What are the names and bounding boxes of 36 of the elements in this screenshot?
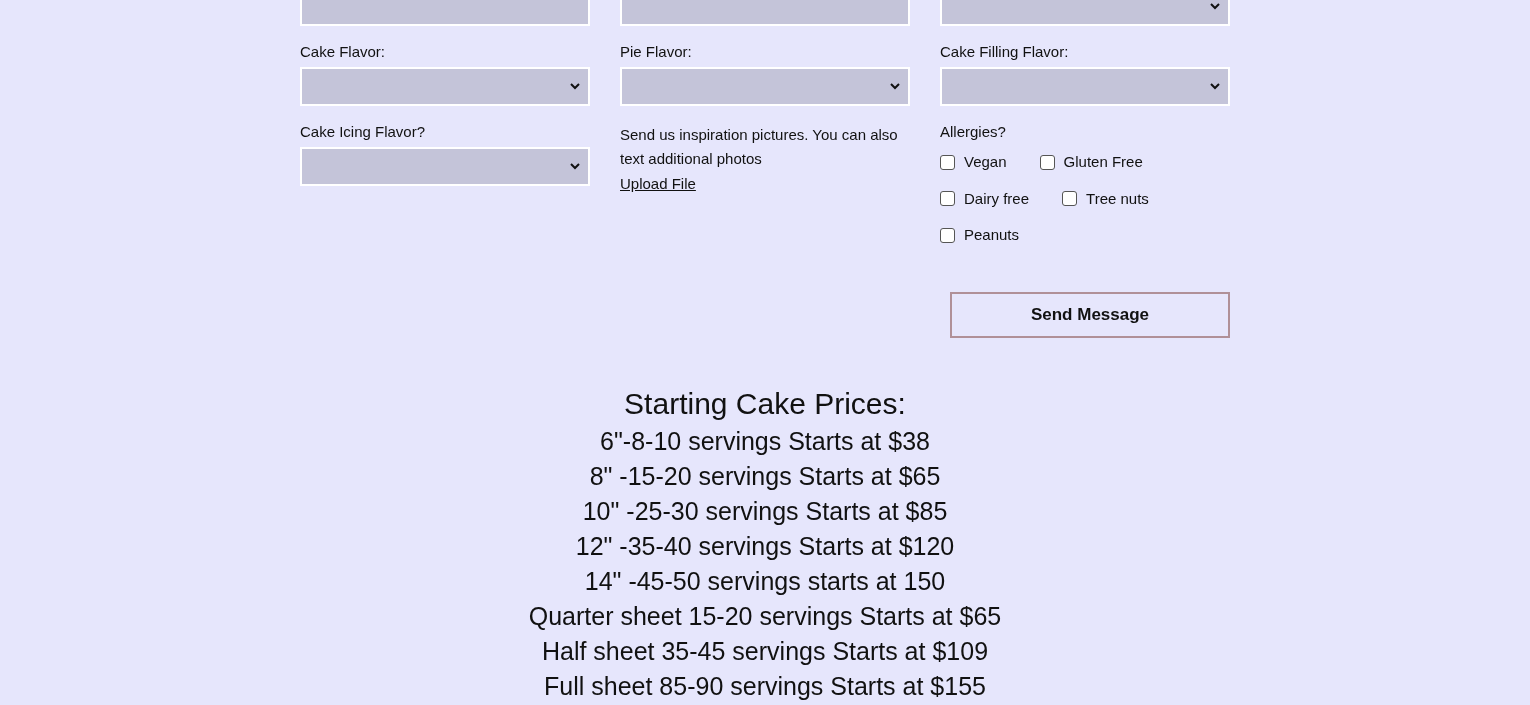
checkbox[interactable] (940, 191, 955, 207)
chevron-down-icon (1210, 83, 1220, 90)
chevron-down-icon (570, 163, 580, 170)
chevron-down-icon (1210, 3, 1220, 10)
price-line: 8" -15-20 servings Starts at $65 (589, 460, 941, 492)
checkbox[interactable] (1039, 154, 1055, 170)
price-line: Quarter sheet 15-20 servings Starts at $65 (528, 600, 1002, 632)
chevron-down-icon (570, 83, 580, 90)
field-label: Cake Filling Flavor: (940, 43, 1070, 61)
chevron-down-icon (890, 83, 900, 90)
price-line: 10" -25-30 servings Starts at $85 (582, 495, 948, 527)
checkbox-label: Dairy free (964, 188, 1030, 209)
checkbox[interactable] (940, 154, 955, 170)
price-line: 6"-8-10 servings Starts at $38 (600, 425, 930, 457)
price-line: 12" -35-40 servings Starts at $120 (575, 530, 955, 562)
checkbox-label: Gluten Free (1063, 152, 1143, 172)
select-field[interactable] (300, 67, 590, 106)
upload-instructions: Send us inspiration pictures. You can also text additional photos (620, 125, 899, 169)
checkbox-label: Vegan (964, 152, 1007, 172)
checkbox-label: Tree nuts (1086, 188, 1149, 209)
field-label: Pie Flavor: (620, 43, 693, 61)
field-label: Cake Flavor: (300, 43, 387, 61)
price-line: 14" -45-50 servings starts at 150 (584, 565, 946, 597)
checkbox[interactable] (940, 227, 955, 243)
prices-heading: Starting Cake Prices: (624, 385, 906, 422)
send-message-button[interactable]: Send Message (950, 291, 1230, 338)
price-line: Half sheet 35-45 servings Starts at $109 (541, 635, 989, 667)
upload-file-link[interactable]: Upload File (620, 173, 696, 196)
select-field[interactable] (300, 147, 590, 186)
field-label: Cake Icing Flavor? (300, 123, 427, 141)
price-line: Full sheet 85-90 servings Starts at $155 (544, 670, 986, 702)
select-field[interactable] (620, 67, 910, 106)
select-field[interactable] (940, 67, 1230, 106)
checkbox-label: Peanuts (964, 225, 1020, 245)
checkbox[interactable] (1062, 191, 1078, 207)
allergies-label: Allergies? (940, 123, 1007, 141)
